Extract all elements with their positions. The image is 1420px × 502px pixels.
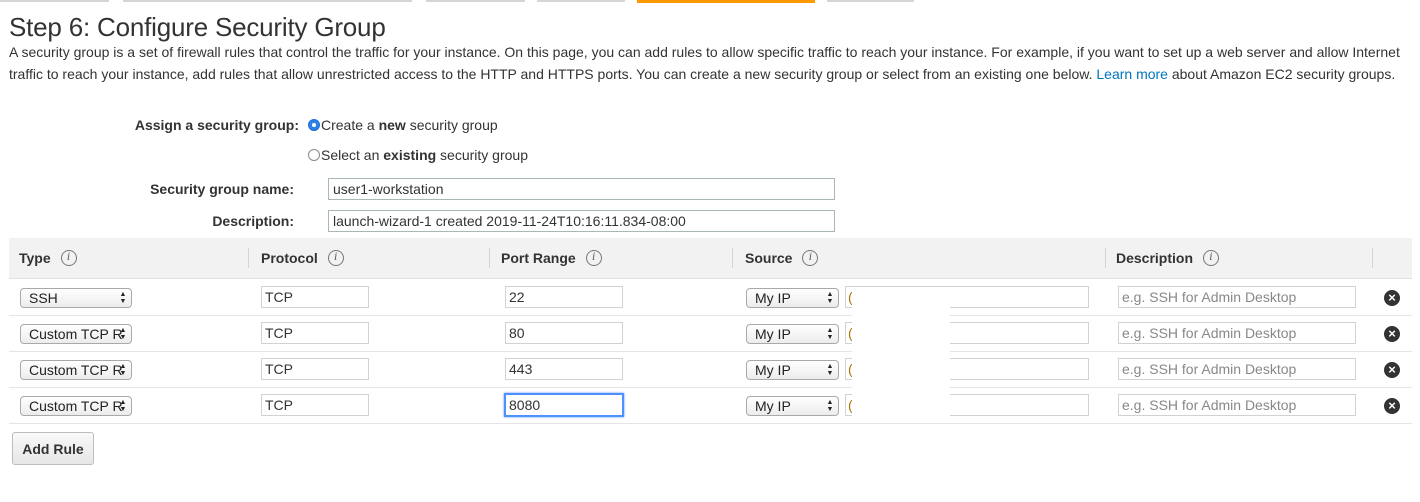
protocol-field[interactable] [261,286,369,308]
group-name-label: Security group name: [150,181,294,197]
updown-arrows-icon: ▲ ▼ [826,399,834,413]
wizard-tab[interactable] [123,0,412,2]
intro-suffix: about Amazon EC2 security groups. [1171,65,1396,82]
port-range-input[interactable] [505,286,623,308]
info-icon[interactable]: i [802,250,819,266]
port-range-input-focused[interactable] [504,393,624,417]
column-header-description: Description i [1116,238,1220,278]
rule-description-input[interactable] [1118,358,1356,380]
updown-arrows-icon: ▲ ▼ [119,327,127,341]
protocol-field[interactable] [261,394,369,416]
add-rule-button[interactable]: Add Rule [12,432,94,465]
source-cidr-input[interactable] [845,286,1089,308]
type-select[interactable]: Custom TCP R ▲ ▼ [20,324,132,344]
info-icon[interactable]: i [1203,250,1220,266]
radio-create-new[interactable]: Create a new security group [308,117,498,133]
source-cidr-peek: ( [848,287,852,307]
info-icon[interactable]: i [327,250,344,266]
wizard-tab[interactable] [0,0,109,2]
wizard-tab-active[interactable] [637,0,815,3]
remove-icon[interactable]: × [1384,398,1400,414]
rules-table-header: Type i Protocol i Port Range i Source i Desc… [9,238,1412,279]
remove-icon[interactable]: × [1384,290,1400,306]
assign-label: Assign a security group: [134,117,299,133]
radio-create-new-label: Create a new security group [321,117,498,133]
protocol-field[interactable] [261,358,369,380]
source-select[interactable]: My IP ▲ ▼ [746,324,839,344]
updown-arrows-icon: ▲ ▼ [119,399,127,413]
type-select[interactable]: Custom TCP R ▲ ▼ [20,360,132,380]
wizard-step-tabs [0,0,1420,4]
updown-arrows-icon: ▲ ▼ [826,363,834,377]
source-select[interactable]: My IP ▲ ▼ [746,360,839,380]
group-description-input[interactable] [328,210,835,232]
remove-icon[interactable]: × [1384,326,1400,342]
type-select[interactable]: SSH ▲ ▼ [20,288,132,308]
wizard-tab[interactable] [426,0,525,2]
wizard-tab[interactable] [827,0,914,2]
updown-arrows-icon: ▲ ▼ [119,363,127,377]
rule-description-input[interactable] [1118,286,1356,308]
info-icon[interactable]: i [60,250,77,266]
page-title: Step 6: Configure Security Group [9,12,386,42]
updown-arrows-icon: ▲ ▼ [826,291,834,305]
redaction-mask [852,307,950,423]
rule-description-input[interactable] [1118,322,1356,344]
group-description-label: Description: [212,213,294,229]
radio-button[interactable] [308,149,320,161]
wizard-tab[interactable] [537,0,625,2]
source-select[interactable]: My IP ▲ ▼ [746,396,839,416]
group-name-input[interactable] [328,178,835,200]
column-header-type: Type i [19,238,77,278]
port-range-input[interactable] [505,358,623,380]
learn-more-link[interactable]: Learn more [1096,66,1168,82]
column-header-port-range: Port Range i [501,238,602,278]
radio-button-checked[interactable] [308,119,320,131]
radio-select-existing[interactable]: Select an existing security group [308,147,528,163]
updown-arrows-icon: ▲ ▼ [119,291,127,305]
info-icon[interactable]: i [585,250,602,266]
remove-icon[interactable]: × [1384,362,1400,378]
protocol-field[interactable] [261,322,369,344]
type-select[interactable]: Custom TCP R ▲ ▼ [20,396,132,416]
port-range-input[interactable] [505,322,623,344]
intro-paragraph: A security group is a set of firewall ru… [9,42,1404,85]
updown-arrows-icon: ▲ ▼ [826,327,834,341]
source-select[interactable]: My IP ▲ ▼ [746,288,839,308]
radio-select-existing-label: Select an existing security group [321,147,528,163]
rule-description-input[interactable] [1118,394,1356,416]
column-header-source: Source i [745,238,819,278]
column-header-protocol: Protocol i [261,238,344,278]
